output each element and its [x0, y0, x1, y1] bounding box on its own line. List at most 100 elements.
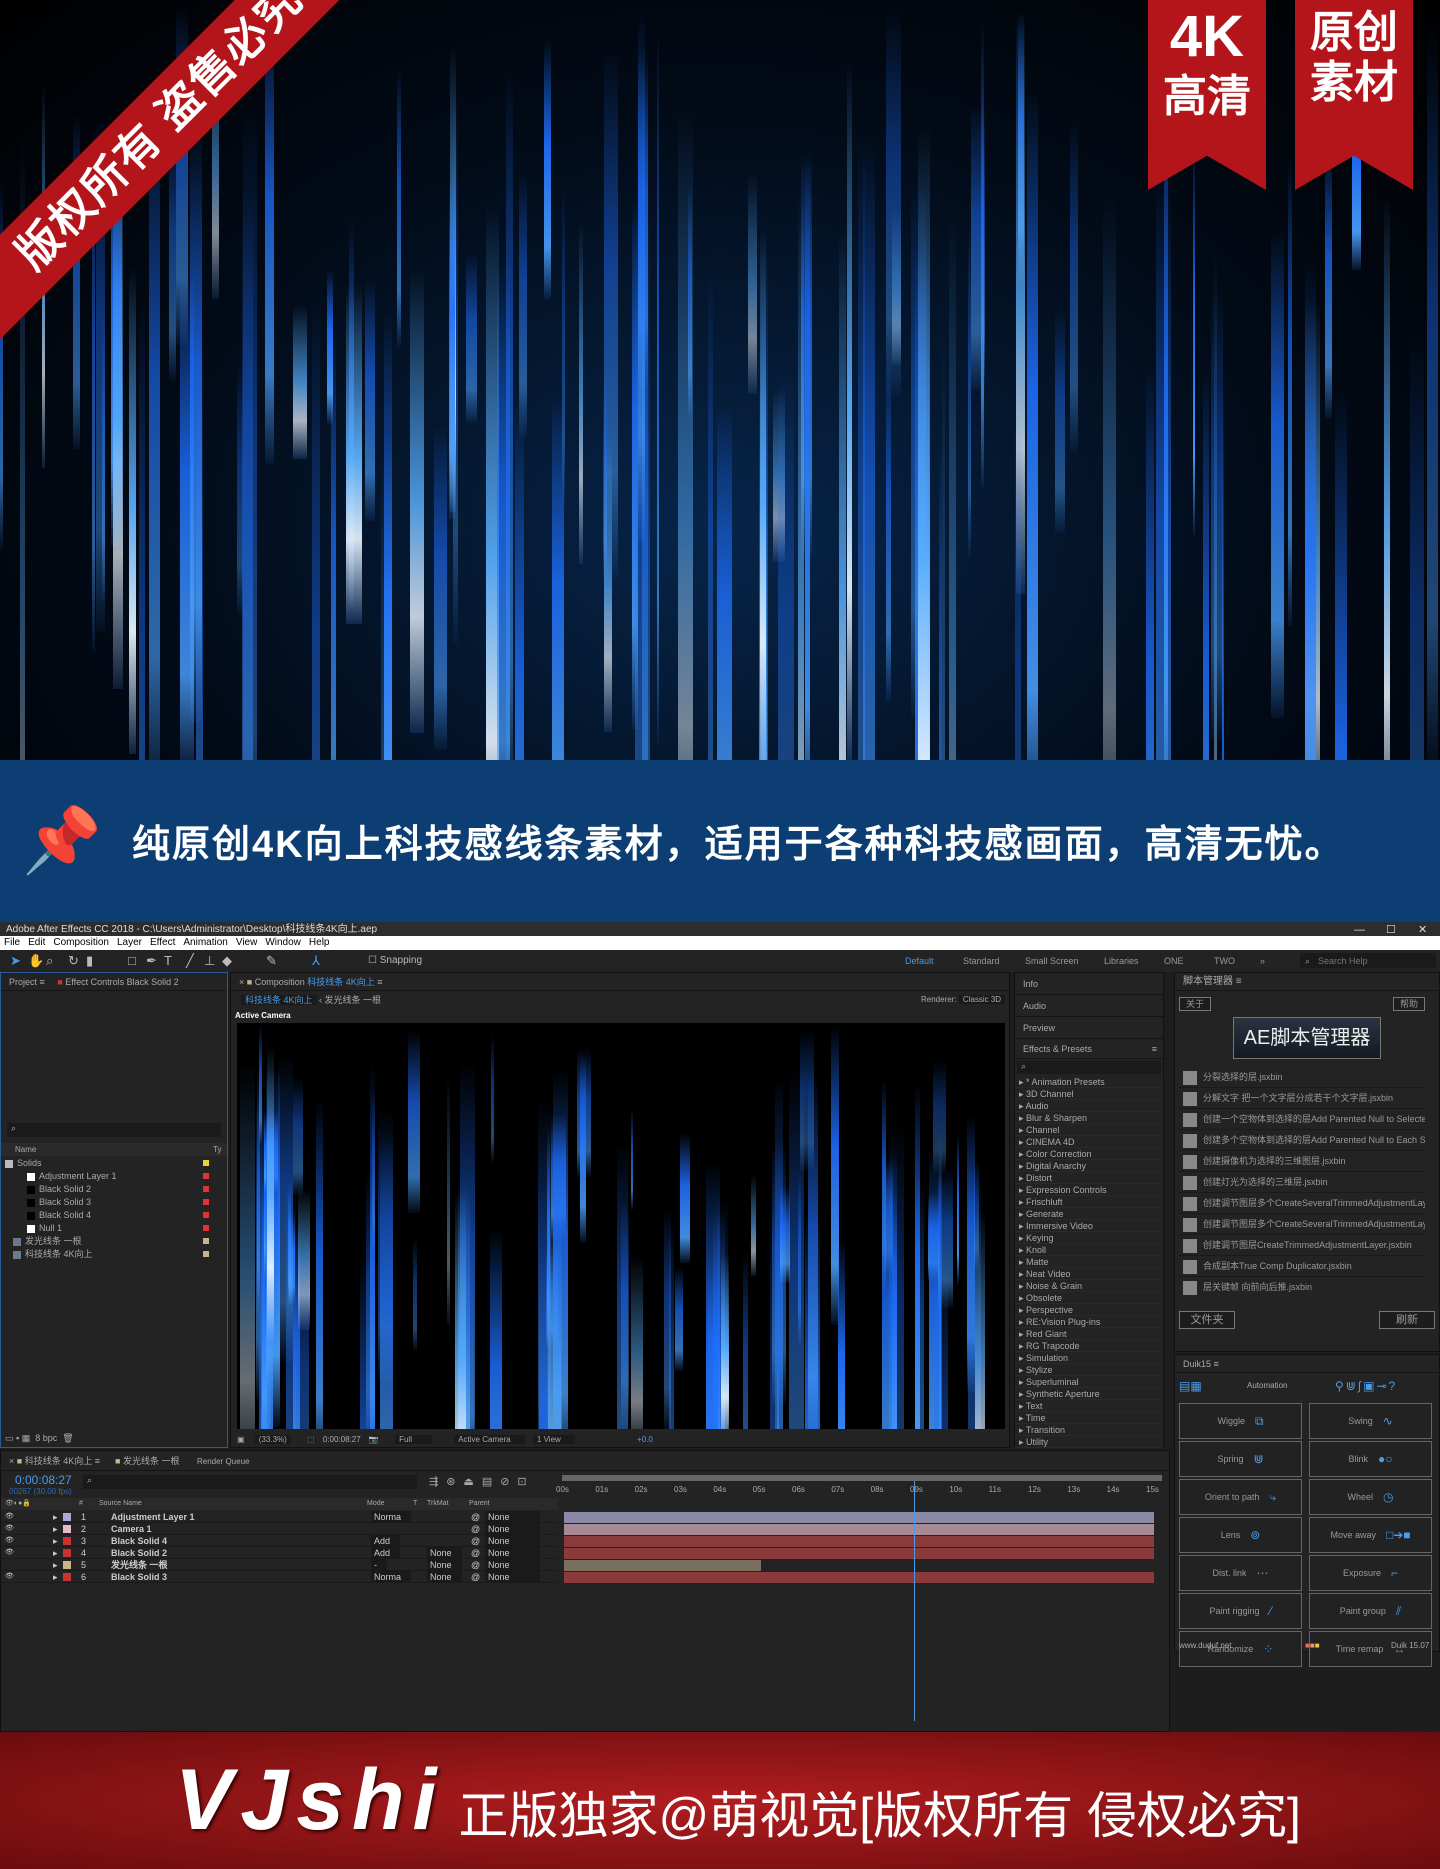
composition-tab[interactable]: 科技线条 4K向上: [307, 977, 375, 987]
rectangle-tool-icon[interactable]: □: [128, 950, 136, 972]
duik-button-paint-group[interactable]: Paint group ⫽: [1309, 1593, 1432, 1629]
effect-category[interactable]: ▸ Text: [1015, 1400, 1163, 1412]
pen-tool-icon[interactable]: ✒: [146, 950, 157, 972]
script-item[interactable]: 创建灯光为选择的三维层.jsxbin: [1179, 1172, 1425, 1193]
renderer-select[interactable]: Classic 3D: [958, 995, 1006, 1004]
view-layout-select[interactable]: 1 View: [532, 1435, 575, 1444]
layer-row[interactable]: 👁 ▸ 4 Black Solid 2 Add None @ None: [1, 1547, 558, 1559]
project-item[interactable]: 发光线条 一根: [1, 1235, 227, 1248]
duik-view-icons[interactable]: ▤▦: [1179, 1379, 1202, 1393]
zoom-select[interactable]: (33.3%): [254, 1435, 291, 1444]
render-queue-tab[interactable]: Render Queue: [197, 1457, 249, 1466]
script-item[interactable]: 创建多个空物体到选择的层Add Parented Null to Each Se…: [1179, 1130, 1425, 1151]
layer-row[interactable]: 👁 ▸ 3 Black Solid 4 Add @ None: [1, 1535, 558, 1547]
parent-select[interactable]: None: [485, 1547, 540, 1559]
layer-duration-bar[interactable]: [564, 1524, 1154, 1535]
effect-category[interactable]: ▸ Audio: [1015, 1100, 1163, 1112]
parent-select[interactable]: None: [485, 1571, 540, 1583]
duik-button-wheel[interactable]: Wheel ◷: [1309, 1479, 1432, 1515]
snapshot-icon[interactable]: 📷: [369, 1435, 379, 1444]
effect-category[interactable]: ▸ * Animation Presets: [1015, 1076, 1163, 1088]
duik-button-wiggle[interactable]: Wiggle ⧉: [1179, 1403, 1302, 1439]
effect-category[interactable]: ▸ Stylize: [1015, 1364, 1163, 1376]
rotate-tool-icon[interactable]: ↻: [68, 950, 79, 972]
tab-preview[interactable]: Preview: [1015, 1017, 1163, 1039]
folder-button[interactable]: 文件夹: [1179, 1311, 1235, 1329]
effect-category[interactable]: ▸ Noise & Grain: [1015, 1280, 1163, 1292]
project-item[interactable]: Black Solid 3: [1, 1196, 227, 1209]
layer-row[interactable]: ▸ 5 发光线条 一根 - None @ None: [1, 1559, 558, 1571]
menu-edit[interactable]: Edit: [28, 937, 45, 948]
effect-category[interactable]: ▸ Synthetic Aperture: [1015, 1388, 1163, 1400]
menu-effect[interactable]: Effect: [150, 937, 175, 948]
timeline-current-time[interactable]: 0:00:08:27: [15, 1473, 72, 1487]
expand-arrow-icon[interactable]: ▸: [53, 1523, 58, 1535]
visibility-toggle-icon[interactable]: 👁: [5, 1571, 14, 1583]
visibility-toggle-icon[interactable]: 👁: [5, 1547, 14, 1559]
mode-select[interactable]: -: [371, 1559, 387, 1571]
layer-name[interactable]: Black Solid 2: [111, 1547, 167, 1559]
mode-select[interactable]: Add: [371, 1535, 401, 1547]
effect-category[interactable]: ▸ Frischluft: [1015, 1196, 1163, 1208]
layer-name[interactable]: 发光线条 一根: [111, 1559, 168, 1571]
menu-file[interactable]: File: [4, 937, 20, 948]
effect-category[interactable]: ▸ Expression Controls: [1015, 1184, 1163, 1196]
effect-category[interactable]: ▸ Red Giant: [1015, 1328, 1163, 1340]
pin-tool-icon[interactable]: ✎: [266, 950, 277, 972]
menu-composition[interactable]: Composition: [53, 937, 109, 948]
breadcrumb-item[interactable]: 科技线条 4K向上: [241, 995, 317, 1005]
effect-category[interactable]: ▸ Neat Video: [1015, 1268, 1163, 1280]
visibility-toggle-icon[interactable]: 👁: [5, 1511, 14, 1523]
script-item[interactable]: 分裂选择的层.jsxbin: [1179, 1067, 1425, 1088]
script-item[interactable]: 层关键帧 向前向后推.jsxbin: [1179, 1277, 1425, 1297]
hand-tool-icon[interactable]: ✋: [28, 950, 44, 972]
pickwhip-icon[interactable]: @: [471, 1571, 480, 1583]
layer-duration-bar[interactable]: [564, 1548, 1154, 1559]
script-item[interactable]: 创建调节图层多个CreateSeveralTrimmedAdjustmentLa…: [1179, 1193, 1425, 1214]
effect-category[interactable]: ▸ Keying: [1015, 1232, 1163, 1244]
resolution-select[interactable]: Full: [395, 1435, 432, 1444]
visibility-toggle-icon[interactable]: 👁: [5, 1523, 14, 1535]
help-button[interactable]: 帮助: [1393, 997, 1425, 1011]
layer-name[interactable]: Black Solid 3: [111, 1571, 167, 1583]
zoom-tool-icon[interactable]: ⌕: [46, 950, 53, 972]
stamp-tool-icon[interactable]: ⊥: [204, 950, 215, 972]
effect-category[interactable]: ▸ Matte: [1015, 1256, 1163, 1268]
effect-category[interactable]: ▸ Superluminal: [1015, 1376, 1163, 1388]
work-area-bar[interactable]: [562, 1475, 1162, 1481]
project-search-input[interactable]: ⌕: [7, 1123, 221, 1137]
effect-category[interactable]: ▸ Knoll: [1015, 1244, 1163, 1256]
tab-info[interactable]: Info: [1015, 973, 1163, 995]
effect-category[interactable]: ▸ RG Trapcode: [1015, 1340, 1163, 1352]
snapping-checkbox[interactable]: ☐ Snapping: [368, 950, 422, 972]
timeline-search-input[interactable]: ⌕: [83, 1475, 417, 1489]
script-item[interactable]: 分解文字 把一个文字层分成若干个文字层.jsxbin: [1179, 1088, 1425, 1109]
effect-category[interactable]: ▸ 3D Channel: [1015, 1088, 1163, 1100]
effect-category[interactable]: ▸ CINEMA 4D: [1015, 1136, 1163, 1148]
parent-select[interactable]: None: [485, 1559, 540, 1571]
camera-tool-icon[interactable]: ▮: [86, 950, 93, 972]
visibility-toggle-icon[interactable]: 👁: [5, 1535, 14, 1547]
composition-viewer[interactable]: [237, 1023, 1005, 1429]
pickwhip-icon[interactable]: @: [471, 1511, 480, 1523]
tab-effect-controls[interactable]: Effect Controls Black Solid 2: [65, 977, 178, 987]
duik-website[interactable]: www.duduf.net: [1179, 1641, 1231, 1650]
refresh-button[interactable]: 刷新: [1379, 1311, 1435, 1329]
effect-category[interactable]: ▸ Blur & Sharpen: [1015, 1112, 1163, 1124]
layer-name[interactable]: Camera 1: [111, 1523, 152, 1535]
effect-category[interactable]: ▸ Digital Anarchy: [1015, 1160, 1163, 1172]
region-icon[interactable]: ⬚: [307, 1435, 315, 1444]
effect-category[interactable]: ▸ Generate: [1015, 1208, 1163, 1220]
timeline-tab-sub[interactable]: 发光线条 一根: [123, 1456, 180, 1466]
project-item[interactable]: Black Solid 2: [1, 1183, 227, 1196]
effect-category[interactable]: ▸ Transition: [1015, 1424, 1163, 1436]
script-item[interactable]: 合成副本True Comp Duplicator.jsxbin: [1179, 1256, 1425, 1277]
workspace-libraries[interactable]: Libraries: [1104, 950, 1139, 972]
duik-button-exposure[interactable]: Exposure ⌐: [1309, 1555, 1432, 1591]
script-item[interactable]: 创建摄像机为选择的三维图层.jsxbin: [1179, 1151, 1425, 1172]
time-ruler[interactable]: 00s 01s 02s 03s 04s 05s 06s 07s 08s 09s 10s 11s 12s 1…: [556, 1483, 1162, 1497]
effect-category[interactable]: ▸ Simulation: [1015, 1352, 1163, 1364]
pickwhip-icon[interactable]: @: [471, 1547, 480, 1559]
duik-button-orient-to-path[interactable]: Orient to path ⤷: [1179, 1479, 1302, 1515]
layer-duration-bar[interactable]: [564, 1572, 1154, 1583]
